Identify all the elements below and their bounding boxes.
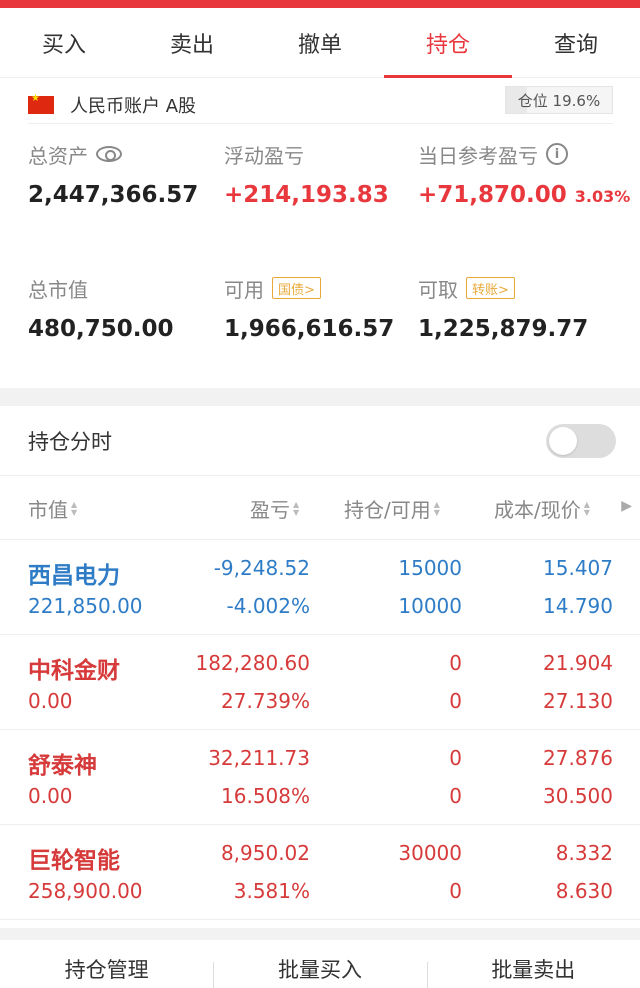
available-qty: 10000	[398, 594, 462, 618]
header-cost-price[interactable]: 成本/现价 ▲ ▼	[494, 494, 590, 523]
header-pl-label: 盈亏	[250, 498, 290, 522]
batch-sell-button[interactable]: 批量卖出	[426, 940, 640, 988]
cost-price: 21.904	[543, 651, 613, 675]
transfer-button[interactable]: 转账>	[466, 277, 515, 299]
holding-timeline-label: 持仓分时	[28, 429, 112, 454]
available-label: 可用	[224, 277, 264, 302]
holding-qty: 15000	[398, 556, 462, 580]
table-row[interactable]: 中科金财 0.00 182,280.60 27.739% 0 0 21.904 27.130	[0, 635, 640, 730]
account-row[interactable]: 人民币账户 A股 仓位 19.6%	[28, 86, 613, 124]
bottom-action-bar: 持仓管理 批量买入 批量卖出	[0, 940, 640, 988]
available-qty: 0	[449, 879, 462, 903]
profit-loss: 8,950.02	[220, 841, 310, 865]
tab-cancel[interactable]: 撤单	[256, 8, 384, 77]
china-flag-icon	[28, 93, 54, 114]
holding-management-button[interactable]: 持仓管理	[0, 940, 213, 988]
sort-icon: ▲ ▼	[293, 499, 300, 517]
current-price: 14.790	[543, 594, 613, 618]
withdrawable-value: 1,225,879.77	[418, 316, 589, 342]
tab-query[interactable]: 查询	[512, 8, 640, 77]
stock-name: 中科金财	[28, 658, 120, 684]
floating-pl-cell: 浮动盈亏 +214,193.83	[224, 140, 389, 209]
profit-loss: 32,211.73	[208, 746, 310, 770]
sort-icon: ▲ ▼	[433, 499, 440, 517]
header-holding[interactable]: 持仓/可用 ▲ ▼	[344, 494, 440, 523]
current-price: 27.130	[543, 689, 613, 713]
holdings-table-header: 市值 ▲ ▼ 盈亏 ▲ ▼ 持仓/可用 ▲ ▼ 成本/现价 ▲ ▼ ▶	[0, 476, 640, 540]
holding-timeline-row: 持仓分时	[0, 406, 640, 476]
floating-pl-label: 浮动盈亏	[224, 143, 304, 168]
market-value-label: 总市值	[28, 277, 88, 302]
withdrawable-cell: 可取 转账> 1,225,879.77	[418, 274, 588, 342]
position-ratio-text: 仓位 19.6%	[517, 91, 601, 110]
profit-loss-pct: 27.739%	[221, 689, 310, 713]
toggle-knob	[549, 427, 577, 455]
eye-icon[interactable]	[96, 146, 122, 162]
total-assets-cell: 总资产 2,447,366.57	[28, 140, 199, 209]
scroll-right-icon[interactable]: ▶	[621, 498, 632, 514]
sort-icon: ▲ ▼	[583, 499, 590, 517]
current-price: 30.500	[543, 784, 613, 808]
holding-qty: 0	[449, 746, 462, 770]
tab-sell[interactable]: 卖出	[128, 8, 256, 77]
bond-button[interactable]: 国债>	[272, 277, 321, 299]
header-market-value[interactable]: 市值 ▲ ▼	[28, 494, 77, 523]
stock-name: 巨轮智能	[28, 848, 120, 874]
current-price: 8.630	[555, 879, 613, 903]
section-divider	[0, 388, 640, 406]
daily-pl-cell: 当日参考盈亏 i +71,870.00 3.03%	[418, 140, 630, 208]
withdrawable-label: 可取	[418, 277, 458, 302]
stock-name: 舒泰神	[28, 753, 97, 779]
bottom-divider	[0, 928, 640, 940]
tab-holdings[interactable]: 持仓	[384, 8, 512, 78]
batch-buy-button[interactable]: 批量买入	[213, 940, 426, 988]
cost-price: 27.876	[543, 746, 613, 770]
available-qty: 0	[449, 784, 462, 808]
profit-loss: 182,280.60	[195, 651, 310, 675]
available-qty: 0	[449, 689, 462, 713]
market-value-value: 480,750.00	[28, 316, 174, 342]
market-value: 0.00	[28, 689, 73, 713]
market-value: 258,900.00	[28, 879, 143, 903]
tab-buy[interactable]: 买入	[0, 8, 128, 77]
trade-tabs: 买入 卖出 撤单 持仓 查询	[0, 8, 640, 78]
daily-pl-value: +71,870.00	[418, 182, 567, 208]
stock-name: 西昌电力	[28, 563, 120, 589]
info-icon[interactable]: i	[546, 143, 568, 165]
table-row[interactable]: 舒泰神 0.00 32,211.73 16.508% 0 0 27.876 30.500	[0, 730, 640, 825]
profit-loss-pct: 16.508%	[221, 784, 310, 808]
profit-loss-pct: 3.581%	[233, 879, 310, 903]
header-holding-label: 持仓/可用	[344, 498, 431, 522]
account-label: 人民币账户 A股	[70, 95, 197, 117]
daily-pl-pct: 3.03%	[574, 187, 631, 206]
profit-loss-pct: -4.002%	[226, 594, 310, 618]
table-row[interactable]: 西昌电力 221,850.00 -9,248.52 -4.002% 15000 10000…	[0, 540, 640, 635]
holding-qty: 0	[449, 651, 462, 675]
cost-price: 15.407	[543, 556, 613, 580]
total-assets-label: 总资产	[28, 143, 88, 168]
header-market-value-label: 市值	[28, 498, 68, 522]
market-value: 221,850.00	[28, 594, 143, 618]
floating-pl-value: +214,193.83	[224, 182, 389, 208]
table-row[interactable]: 巨轮智能 258,900.00 8,950.02 3.581% 30000 0 8.332 8…	[0, 825, 640, 920]
available-value: 1,966,616.57	[224, 316, 395, 342]
header-pl[interactable]: 盈亏 ▲ ▼	[250, 494, 299, 523]
total-assets-value: 2,447,366.57	[28, 182, 199, 208]
market-value-cell: 总市值 480,750.00	[28, 274, 174, 343]
sort-icon: ▲ ▼	[71, 499, 78, 517]
market-value: 0.00	[28, 784, 73, 808]
profit-loss: -9,248.52	[213, 556, 310, 580]
header-cost-price-label: 成本/现价	[494, 498, 581, 522]
available-cell: 可用 国债> 1,966,616.57	[224, 274, 394, 342]
holding-timeline-toggle[interactable]	[546, 424, 616, 458]
daily-pl-label: 当日参考盈亏	[418, 143, 538, 168]
cost-price: 8.332	[555, 841, 613, 865]
holding-qty: 30000	[398, 841, 462, 865]
position-ratio-badge: 仓位 19.6%	[505, 86, 613, 114]
top-accent-bar	[0, 0, 640, 8]
